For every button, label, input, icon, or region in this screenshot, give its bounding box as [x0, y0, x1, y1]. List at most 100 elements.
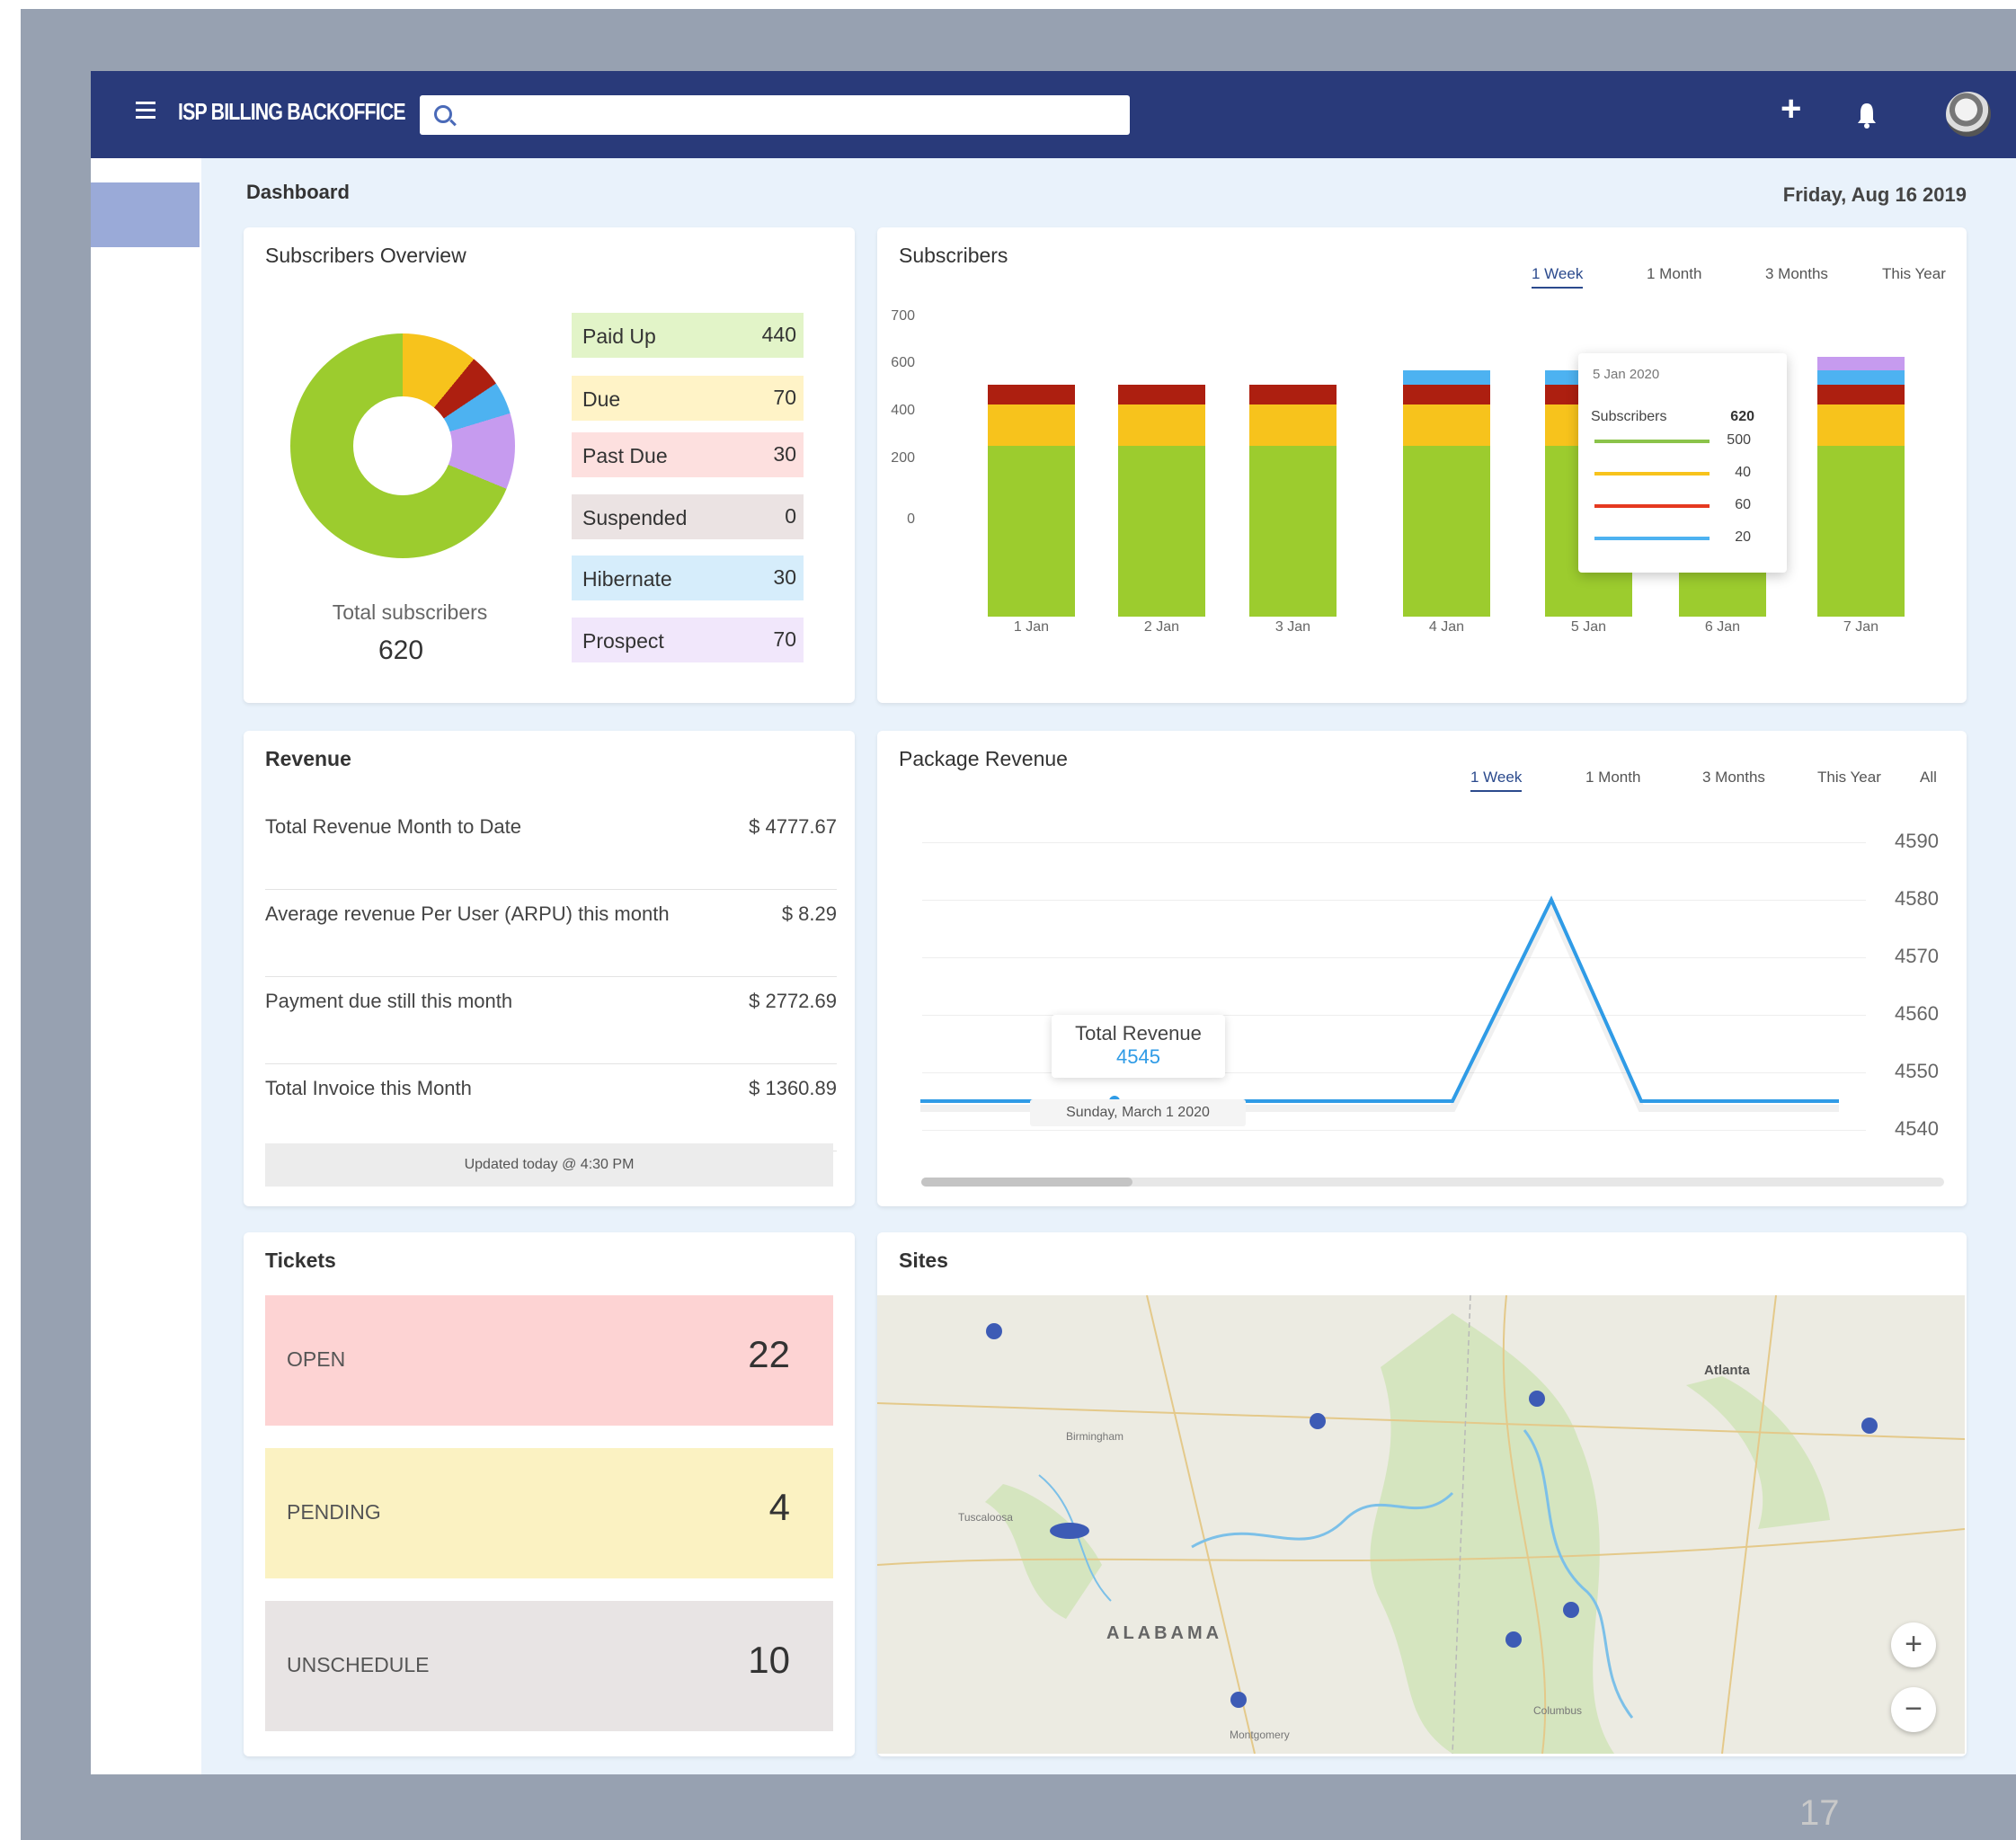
donut-hole	[353, 396, 452, 495]
app-brand: ISP BILLING BACKOFFICE	[178, 98, 406, 125]
tab-this-year[interactable]: This Year	[1882, 265, 1946, 283]
subscribers-chart-card: Subscribers 1 Week 1 Month 3 Months This Ye…	[877, 227, 1967, 703]
ticket-count: 4	[768, 1486, 790, 1528]
bar-segment	[1403, 384, 1490, 405]
search-bar[interactable]	[420, 95, 1130, 135]
sites-card: Sites ALABAMA Birmingham Atlanta Montgom…	[877, 1232, 1967, 1756]
line-tooltip: Total Revenue 4545	[1052, 1015, 1225, 1078]
ticket-label: UNSCHEDULE	[287, 1653, 430, 1676]
status-value: 70	[773, 627, 796, 651]
ticket-label: OPEN	[287, 1347, 346, 1371]
total-subscribers-value: 620	[377, 636, 424, 665]
tooltip-date: 5 Jan 2020	[1593, 367, 1660, 382]
status-row-due[interactable]: Due 70	[572, 376, 804, 421]
avatar[interactable]	[1946, 92, 1991, 137]
map-background	[877, 1295, 1965, 1754]
revenue-label: Total Invoice this Month	[265, 1077, 472, 1099]
status-row-suspended[interactable]: Suspended 0	[572, 494, 804, 539]
bar-4-jan[interactable]	[1403, 370, 1490, 617]
ticket-count: 10	[748, 1639, 790, 1681]
bar-segment	[1118, 445, 1205, 617]
zoom-in-button[interactable]: +	[1891, 1622, 1936, 1667]
x-tick-label: 2 Jan	[1143, 619, 1180, 635]
total-subscribers-label: Total subscribers	[332, 600, 488, 624]
y-tick-label: 0	[907, 511, 915, 527]
search-input[interactable]	[465, 101, 1115, 129]
bell-icon[interactable]	[1856, 102, 1878, 129]
status-value: 0	[785, 504, 796, 528]
tooltip-total: 620	[1730, 409, 1754, 424]
bar-segment	[1403, 370, 1490, 385]
revenue-value: $ 8.29	[781, 902, 837, 925]
map-state-label: Alabama	[1106, 1623, 1223, 1643]
map-city-label: Atlanta	[1704, 1363, 1750, 1378]
bar-segment	[1249, 384, 1337, 405]
bar-7-jan[interactable]	[1817, 357, 1905, 617]
bar-segment	[988, 445, 1075, 617]
bar-1-jan[interactable]	[988, 384, 1075, 617]
sidebar-item-active[interactable]	[91, 182, 200, 247]
updated-timestamp: Updated today @ 4:30 PM	[265, 1143, 833, 1187]
x-tick-label: 6 Jan	[1704, 619, 1741, 635]
x-tick-label: 3 Jan	[1274, 619, 1311, 635]
x-tick-label: 4 Jan	[1428, 619, 1465, 635]
bar-segment	[1817, 384, 1905, 405]
tab-1-week[interactable]: 1 Week	[1532, 265, 1584, 289]
revenue-value: $ 2772.69	[749, 990, 837, 1012]
x-tick-label: 1 Jan	[1013, 619, 1050, 635]
y-tick-label: 600	[891, 355, 915, 370]
status-row-hibernate[interactable]: Hibernate 30	[572, 556, 804, 600]
search-icon	[434, 105, 452, 123]
status-value: 70	[773, 386, 796, 409]
bar-segment	[1817, 370, 1905, 385]
y-tick-label: 400	[891, 403, 915, 418]
status-row-paid-up[interactable]: Paid Up 440	[572, 313, 804, 358]
revenue-row: Average revenue Per User (ARPU) this mon…	[265, 890, 837, 977]
tab-3-months[interactable]: 3 Months	[1765, 265, 1828, 283]
top-bar: ISP BILLING BACKOFFICE +	[91, 71, 2016, 158]
status-label: Prospect	[582, 629, 664, 653]
revenue-row: Total Invoice this Month $ 1360.89	[265, 1064, 837, 1151]
slide-number: 17	[1799, 1793, 1840, 1833]
tooltip-label: Total Revenue	[1075, 1022, 1202, 1044]
ticket-pending[interactable]: PENDING 4	[265, 1448, 833, 1578]
sites-map[interactable]: Alabama Birmingham Atlanta Montgomery Tu…	[877, 1295, 1965, 1754]
status-row-prospect[interactable]: Prospect 70	[572, 618, 804, 662]
card-title: Subscribers	[899, 244, 1008, 267]
page-title: Dashboard	[246, 181, 350, 203]
x-tick-label: 7 Jan	[1843, 619, 1879, 635]
status-row-past-due[interactable]: Past Due 30	[572, 432, 804, 477]
chart-scrollbar-thumb[interactable]	[921, 1178, 1132, 1187]
tickets-card: Tickets OPEN 22 PENDING 4 UNSCHEDULE 10	[244, 1232, 855, 1756]
tooltip-series-value: 40	[1735, 465, 1751, 480]
bar-2-jan[interactable]	[1118, 384, 1205, 617]
tooltip-series-swatch	[1594, 537, 1710, 540]
bar-segment	[988, 384, 1075, 405]
tab-1-month[interactable]: 1 Month	[1647, 265, 1701, 283]
ticket-count: 22	[748, 1333, 790, 1375]
zoom-out-button[interactable]: −	[1891, 1687, 1936, 1732]
line-shadow	[920, 898, 1839, 1112]
bar-segment	[1403, 445, 1490, 617]
revenue-card: Revenue Total Revenue Month to Date $ 477…	[244, 731, 855, 1206]
status-label: Past Due	[582, 444, 668, 467]
revenue-row: Payment due still this month $ 2772.69	[265, 977, 837, 1064]
revenue-value: $ 4777.67	[749, 815, 837, 838]
tooltip-series-swatch	[1594, 472, 1710, 476]
tooltip-date: Sunday, March 1 2020	[1030, 1099, 1246, 1126]
add-icon[interactable]: +	[1781, 91, 1801, 127]
tooltip-series-value: 60	[1735, 497, 1751, 512]
ticket-open[interactable]: OPEN 22	[265, 1295, 833, 1426]
tooltip-label: Subscribers	[1591, 409, 1667, 424]
card-title: Sites	[899, 1249, 948, 1272]
menu-icon[interactable]	[136, 102, 155, 120]
bar-segment	[1817, 357, 1905, 371]
bar-segment	[988, 404, 1075, 446]
bar-3-jan[interactable]	[1249, 384, 1337, 617]
status-label: Due	[582, 387, 621, 411]
card-title: Subscribers Overview	[265, 244, 466, 267]
bar-segment	[1249, 445, 1337, 617]
map-city-label: Montgomery	[1230, 1729, 1290, 1741]
ticket-unschedule[interactable]: UNSCHEDULE 10	[265, 1601, 833, 1731]
map-city-label: Tuscaloosa	[958, 1511, 1013, 1524]
